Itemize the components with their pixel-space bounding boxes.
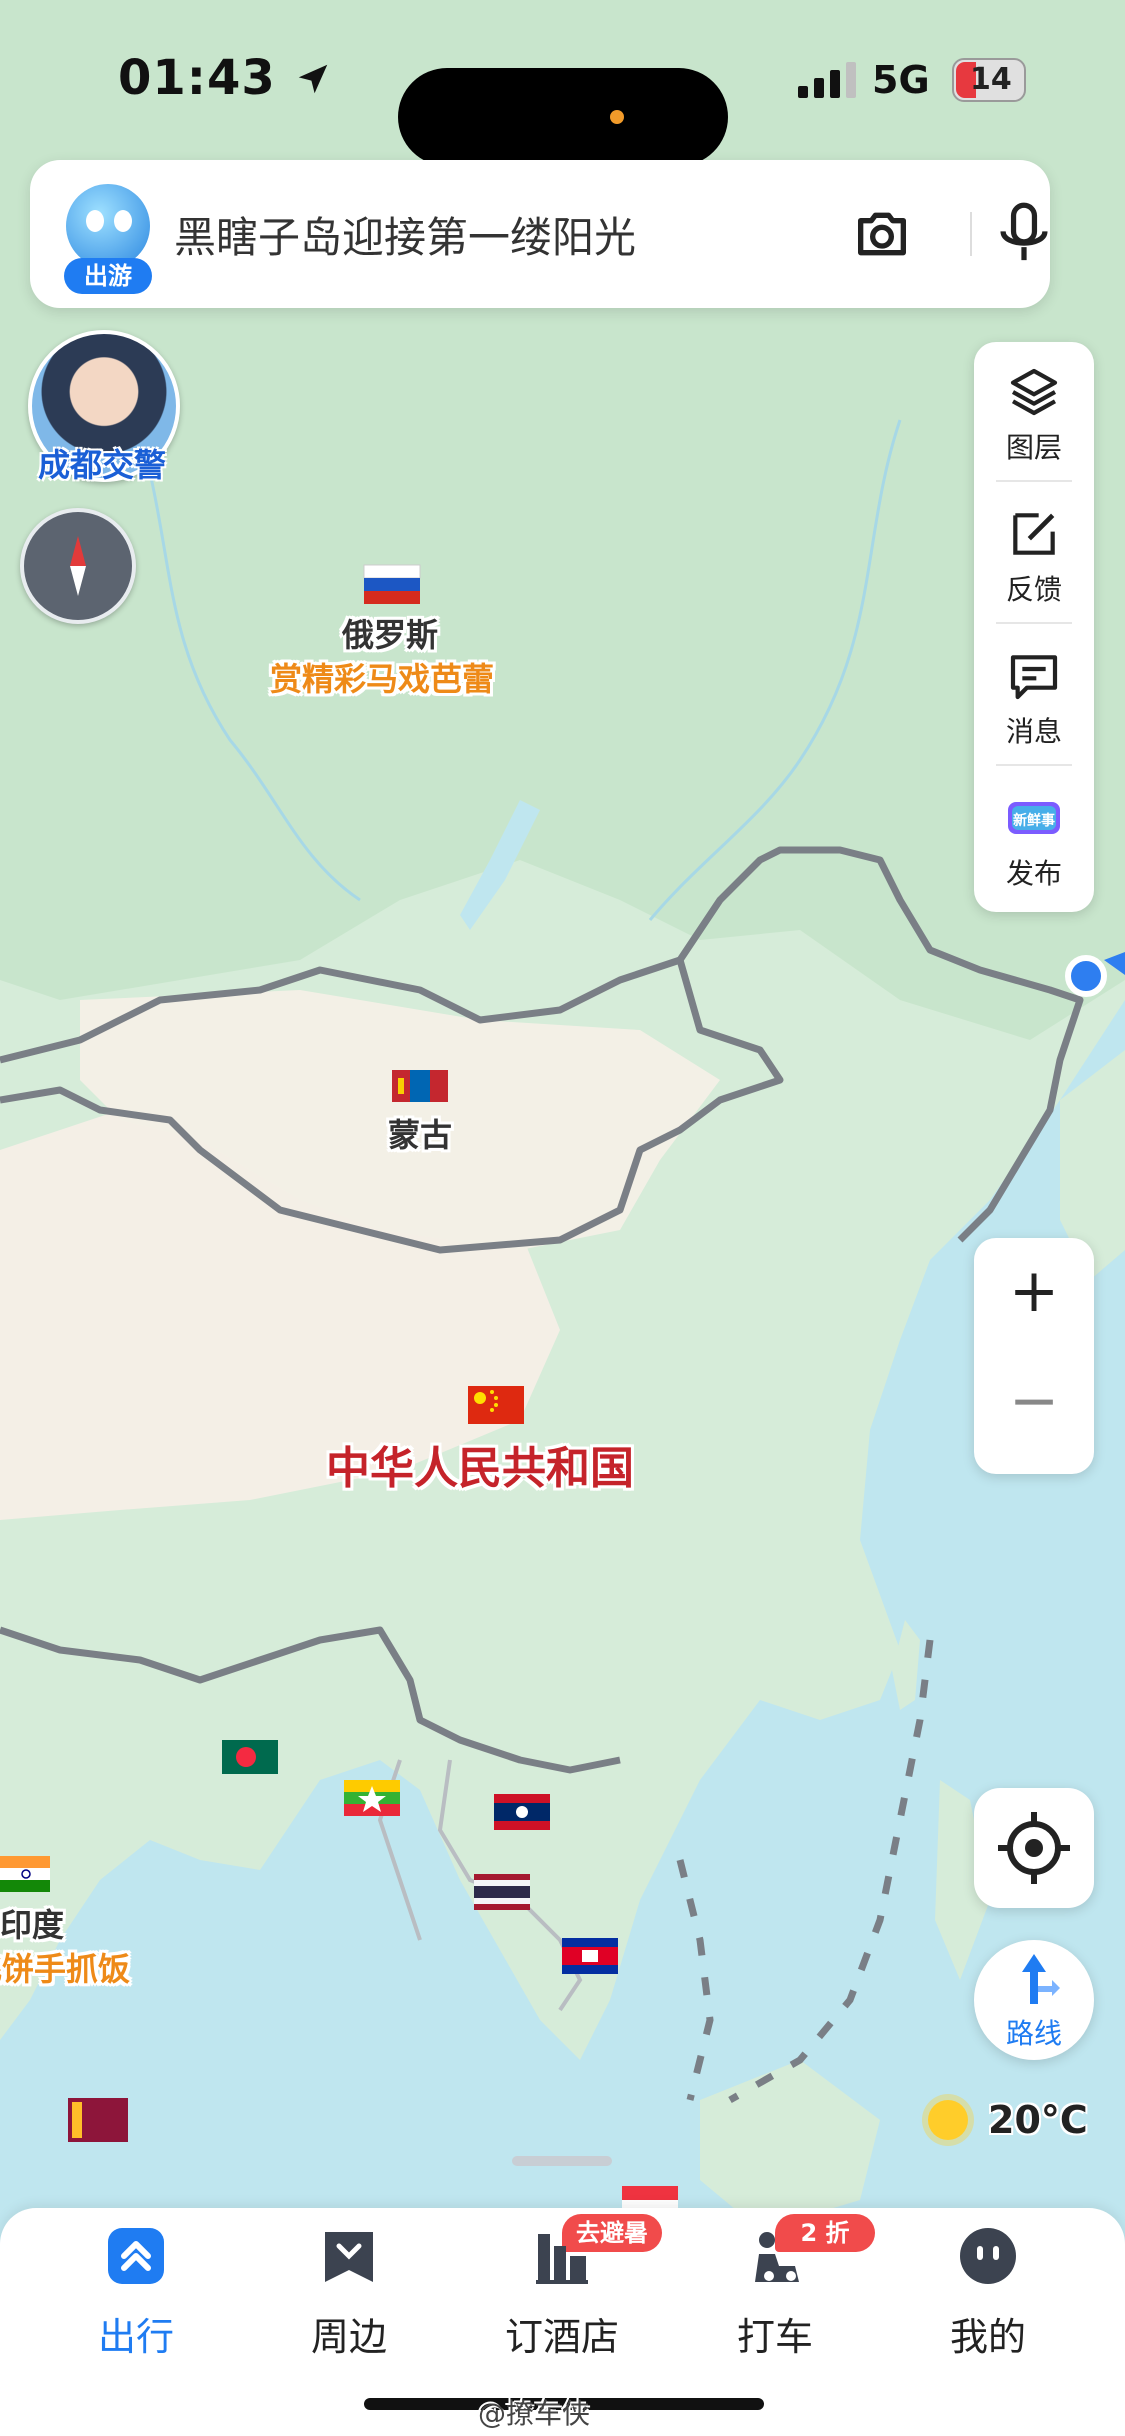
weather-widget[interactable]: 20°C xyxy=(924,2092,1104,2152)
message-icon xyxy=(1010,655,1058,700)
message-label: 消息 xyxy=(1005,715,1062,748)
feedback-icon xyxy=(1013,513,1055,555)
compass-button[interactable] xyxy=(20,508,136,624)
tab-taxi[interactable]: 2 折起 打车 xyxy=(675,2214,875,2376)
flag-srilanka xyxy=(68,2098,128,2142)
flag-china xyxy=(468,1386,524,1424)
nearby-icon xyxy=(325,2232,373,2282)
map-label-india[interactable]: 印度 xyxy=(0,1900,64,1946)
status-bar: 01:43 5G 14 xyxy=(0,40,1125,166)
flag-cambodia xyxy=(562,1938,618,1974)
map-label-russia-promo[interactable]: 赏精彩马戏芭蕾 xyxy=(270,654,494,700)
layers-icon xyxy=(1010,368,1058,416)
feedback-button[interactable]: 反馈 xyxy=(974,484,1094,624)
route-label: 路线 xyxy=(1005,2017,1062,2050)
message-button[interactable]: 消息 xyxy=(974,626,1094,766)
tab-mine-label: 我的 xyxy=(949,2315,1026,2359)
tab-taxi-label: 打车 xyxy=(736,2315,813,2359)
compass-needle-icon xyxy=(70,536,86,596)
watermark: @撩车侠 xyxy=(478,2397,591,2430)
flag-russia xyxy=(363,564,421,604)
status-time-text: 01:43 xyxy=(118,50,276,106)
flag-bangladesh xyxy=(222,1740,278,1774)
route-arrow-icon xyxy=(1022,1954,1060,2004)
user-location-dot xyxy=(1065,955,1107,997)
location-arrow-icon xyxy=(298,64,327,94)
dynamic-island xyxy=(398,68,728,166)
network-type: 5G xyxy=(872,58,930,102)
crosshair-icon xyxy=(998,1812,1070,1884)
flag-laos xyxy=(494,1794,550,1830)
chuyou-badge: 出游 xyxy=(64,258,152,294)
xinxianshi-icon: 新鲜事 xyxy=(1008,802,1060,834)
route-button[interactable]: 路线 xyxy=(974,1940,1094,2060)
svg-text:新鲜事: 新鲜事 xyxy=(1013,812,1055,829)
flag-myanmar xyxy=(344,1780,400,1816)
flag-mongolia xyxy=(392,1070,448,1102)
tab-mine[interactable]: 我的 xyxy=(888,2226,1088,2376)
cellular-signal-icon xyxy=(798,62,856,98)
camera-icon[interactable] xyxy=(850,202,914,266)
zoom-control: + − xyxy=(974,1238,1094,1474)
zoom-in-button[interactable]: + xyxy=(974,1256,1094,1326)
travel-icon xyxy=(108,2228,164,2284)
flag-singapore xyxy=(622,2186,678,2208)
right-toolbar: 图层 反馈 消息 新鲜事 发布 xyxy=(974,342,1094,912)
zoom-out-button[interactable]: − xyxy=(974,1366,1094,1436)
publish-button[interactable]: 新鲜事 发布 xyxy=(974,768,1094,908)
locate-me-button[interactable] xyxy=(974,1788,1094,1908)
search-bar[interactable]: 出游 黑瞎子岛迎接第一缕阳光 xyxy=(30,160,1050,308)
battery-icon: 14 xyxy=(952,58,1026,102)
chengdu-traffic-police-avatar[interactable]: 成都交警 xyxy=(22,330,180,490)
search-query[interactable]: 黑瞎子岛迎接第一缕阳光 xyxy=(174,204,636,265)
search-divider xyxy=(970,212,972,256)
tab-hotel[interactable]: 去避暑 订酒店 xyxy=(462,2214,662,2376)
map-label-russia[interactable]: 俄罗斯 xyxy=(342,610,438,656)
flag-thailand xyxy=(474,1874,530,1910)
sheet-grab-handle[interactable] xyxy=(512,2156,612,2166)
hotel-icon xyxy=(536,2234,588,2284)
tab-travel-label: 出行 xyxy=(97,2315,174,2359)
battery-level: 14 xyxy=(970,62,1012,97)
tab-travel[interactable]: 出行 xyxy=(36,2226,236,2376)
privacy-indicator xyxy=(610,110,624,124)
publish-label: 发布 xyxy=(1005,857,1062,890)
feedback-label: 反馈 xyxy=(1005,573,1062,606)
microphone-icon[interactable] xyxy=(992,200,1056,268)
chuyou-mascot-icon[interactable]: 出游 xyxy=(64,184,152,294)
map-label-mongolia[interactable]: 蒙古 xyxy=(388,1110,452,1156)
layers-button[interactable]: 图层 xyxy=(974,342,1094,482)
tab-nearby[interactable]: 周边 xyxy=(249,2226,449,2376)
police-label: 成都交警 xyxy=(37,446,166,484)
map-label-china[interactable]: 中华人民共和国 xyxy=(326,1432,634,1496)
taxi-icon xyxy=(755,2232,799,2282)
status-time: 01:43 xyxy=(118,50,332,106)
sun-icon xyxy=(928,2100,968,2140)
tab-hotel-label: 订酒店 xyxy=(504,2315,619,2359)
tab-nearby-label: 周边 xyxy=(310,2315,387,2359)
map-label-india-promo[interactable]: 飞饼手抓饭 xyxy=(0,1944,130,1990)
layers-label: 图层 xyxy=(1005,431,1062,464)
profile-icon xyxy=(960,2228,1016,2284)
flag-india xyxy=(0,1856,50,1892)
weather-temperature: 20°C xyxy=(988,2098,1088,2142)
